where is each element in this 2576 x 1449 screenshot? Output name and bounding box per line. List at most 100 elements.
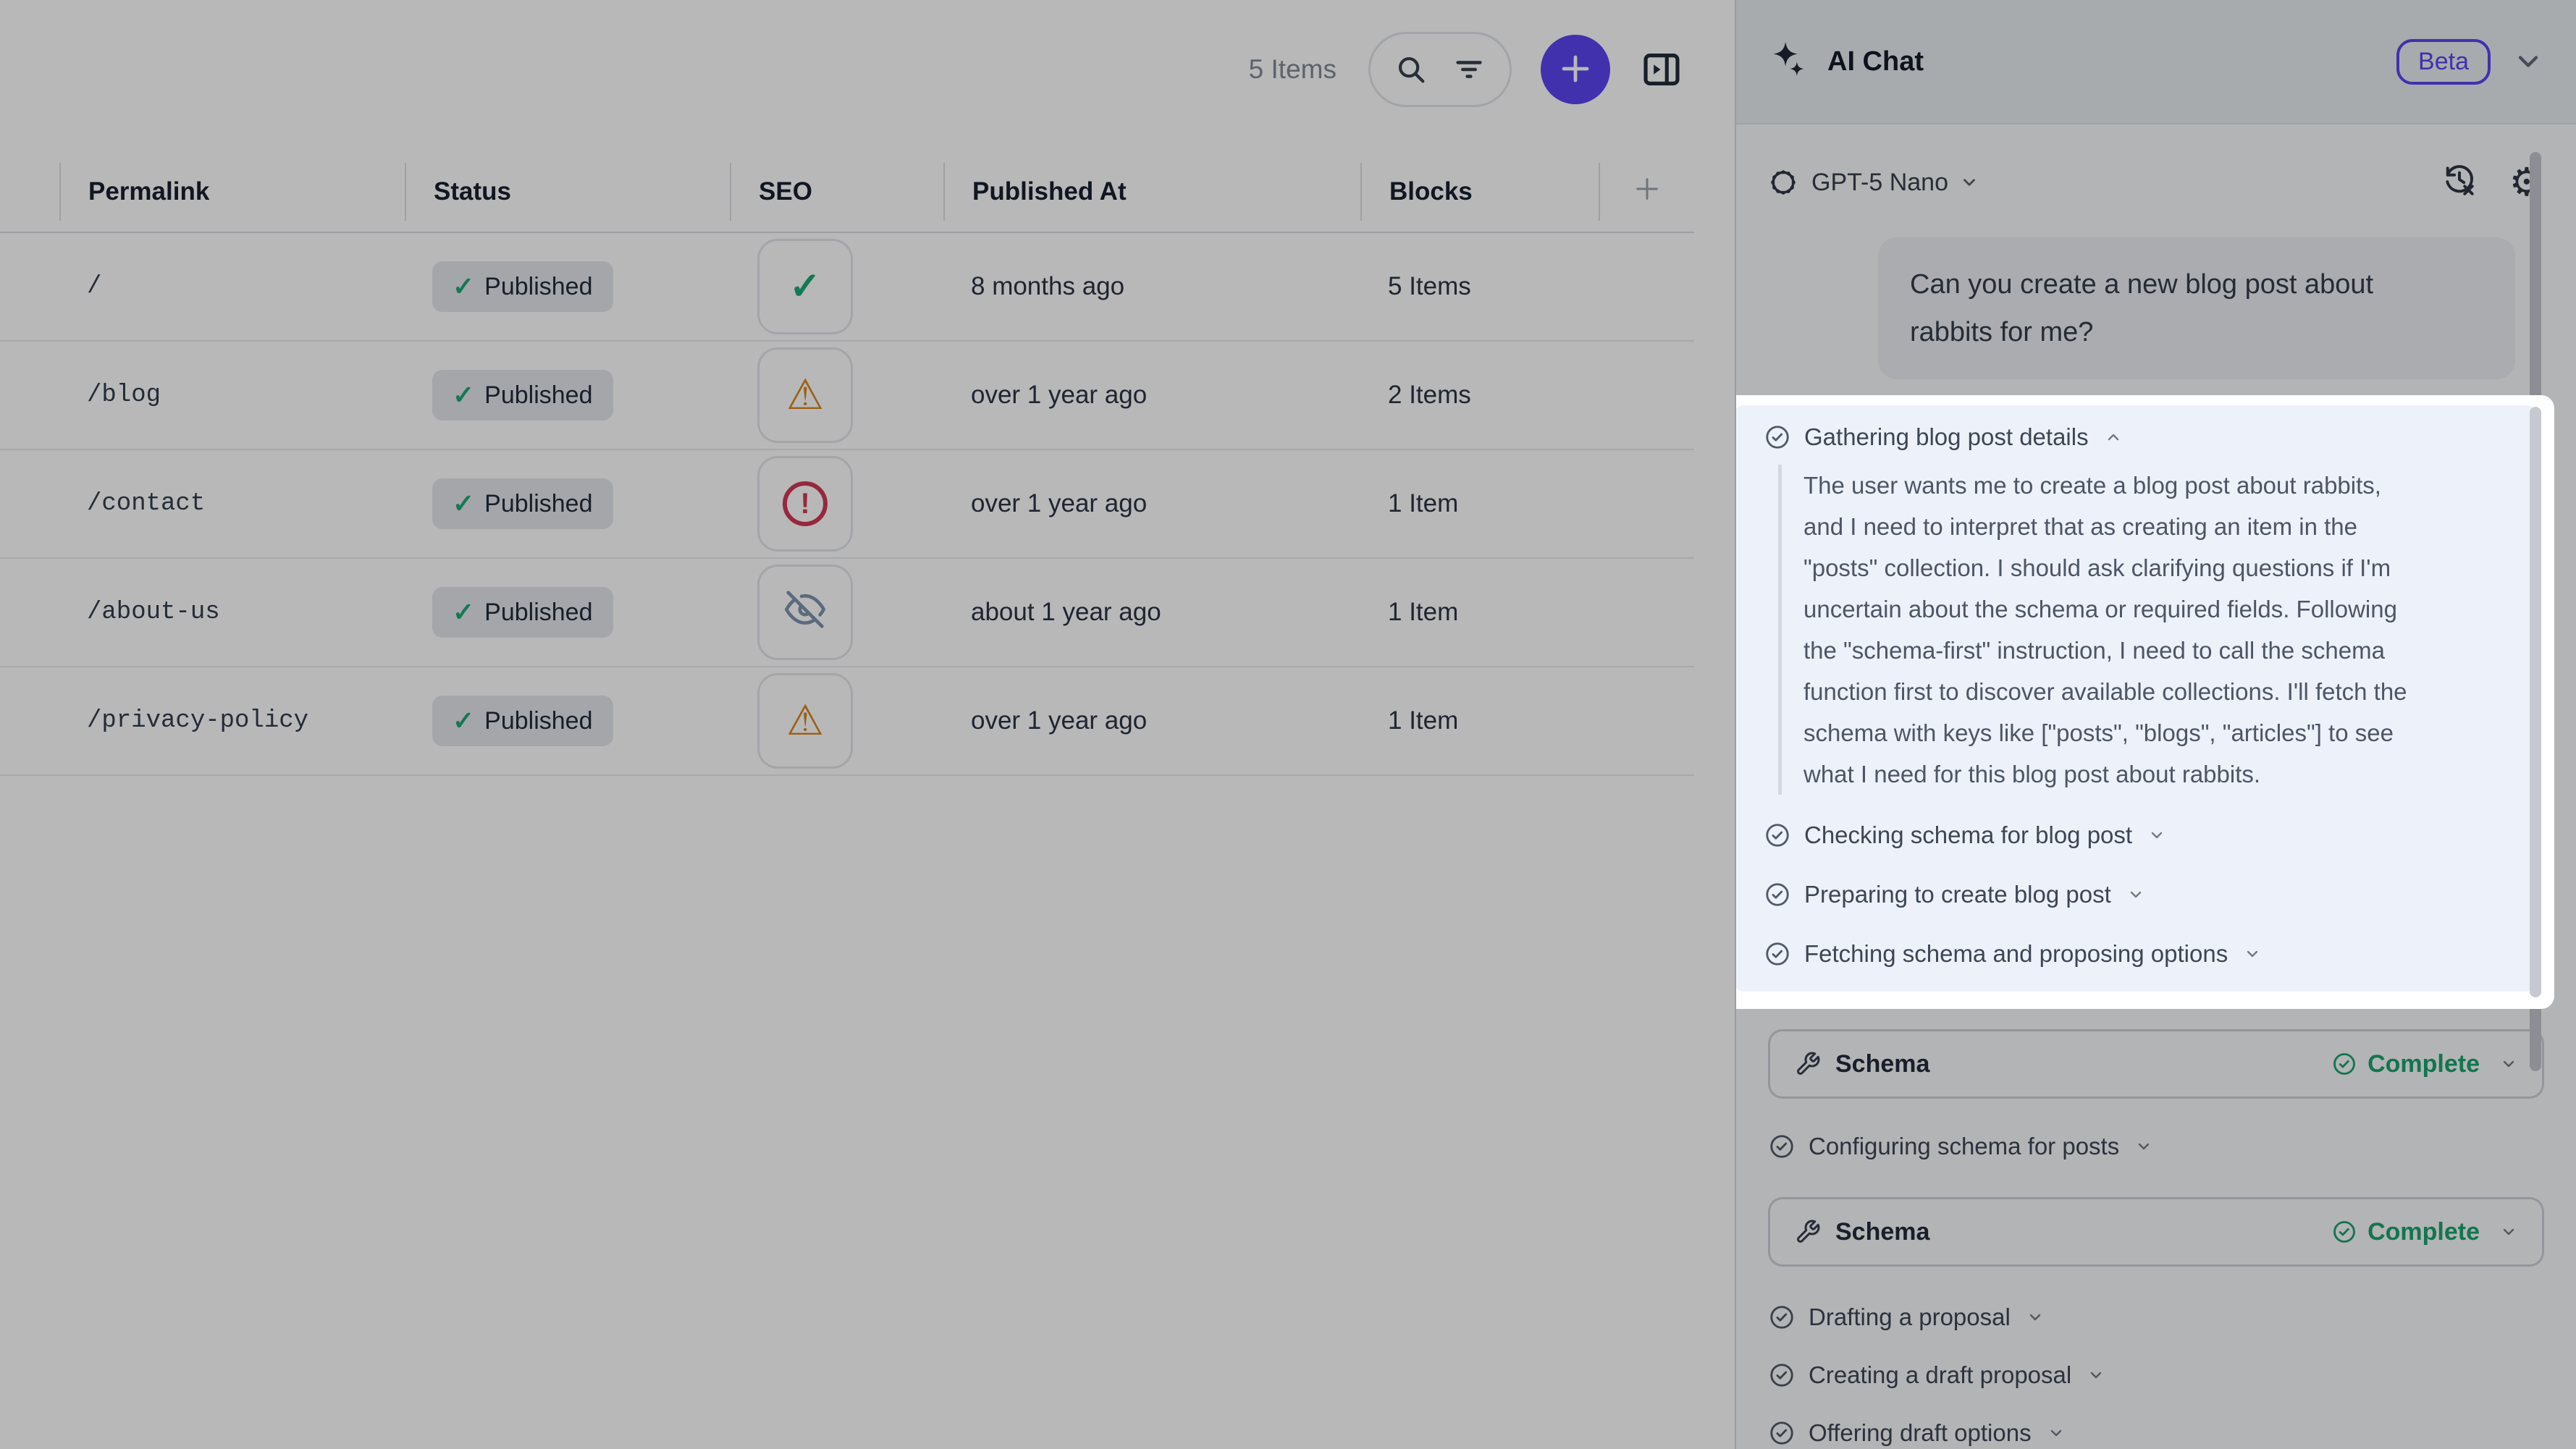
seo-status-button[interactable] — [757, 565, 853, 660]
table-row[interactable]: /about-us ✓Published about 1 year ago 1 … — [0, 559, 1694, 667]
collapse-panel-chevron-down-icon[interactable] — [2512, 46, 2544, 77]
step-label: Checking schema for blog post — [1804, 821, 2132, 849]
reasoning-step-collapsed[interactable]: Fetching schema and proposing options — [1764, 938, 2506, 970]
chevron-down-icon[interactable] — [2127, 886, 2144, 903]
check-icon: ✓ — [453, 489, 474, 519]
tool-status-complete: Complete — [2331, 1050, 2517, 1078]
add-column-button[interactable] — [1599, 163, 1694, 221]
check-icon: ✓ — [453, 271, 474, 302]
search-filter-group — [1368, 32, 1512, 107]
seo-error-icon: ! — [783, 481, 828, 526]
check-icon: ✓ — [453, 597, 474, 628]
reasoning-step-expanded[interactable]: Gathering blog post details — [1764, 421, 2506, 453]
check-circle-icon — [1764, 940, 1791, 968]
seo-status-button[interactable]: ! — [757, 456, 853, 552]
panel-toggle-icon[interactable] — [1639, 47, 1684, 92]
reasoning-step-collapsed[interactable]: Configuring schema for posts — [1768, 1131, 2544, 1162]
status-badge: ✓Published — [432, 587, 613, 638]
column-header-published-at[interactable]: Published At — [943, 163, 1360, 221]
status-badge: ✓Published — [432, 478, 613, 529]
status-badge: ✓Published — [432, 696, 613, 746]
seo-ok-icon: ✓ — [789, 265, 821, 308]
check-circle-icon — [1764, 821, 1791, 849]
published-at-cell: over 1 year ago — [943, 489, 1360, 518]
sparkles-icon — [1768, 39, 1810, 85]
column-header-status[interactable]: Status — [405, 163, 730, 221]
step-label: Creating a draft proposal — [1809, 1361, 2071, 1389]
chevron-down-icon[interactable] — [2026, 1309, 2044, 1326]
seo-status-button[interactable]: ⚠ — [757, 347, 853, 443]
blocks-cell: 5 Items — [1360, 272, 1599, 301]
chevron-down-icon[interactable] — [2500, 1055, 2517, 1073]
seo-status-button[interactable]: ✓ — [757, 239, 853, 334]
check-circle-icon — [1768, 1361, 1796, 1389]
model-name[interactable]: GPT-5 Nano — [1811, 169, 1948, 197]
chevron-down-icon[interactable] — [2244, 945, 2261, 963]
check-icon: ✓ — [453, 380, 474, 410]
chevron-down-icon[interactable] — [2148, 827, 2165, 844]
scrollbar-thumb-highlight[interactable] — [2530, 407, 2541, 997]
table-body: / ✓Published ✓ 8 months ago 5 Items /blo… — [0, 233, 1694, 776]
app-root: 5 Items — [0, 0, 2576, 1449]
user-message-bubble: Can you create a new blog post about rab… — [1878, 237, 2515, 379]
column-header-seo[interactable]: SEO — [730, 163, 943, 221]
table-row[interactable]: /privacy-policy ✓Published ⚠ over 1 year… — [0, 667, 1694, 776]
step-label: Preparing to create blog post — [1804, 881, 2111, 908]
check-circle-icon — [1764, 423, 1791, 451]
clear-history-icon[interactable] — [2441, 161, 2478, 204]
add-page-button[interactable] — [1541, 35, 1610, 104]
openai-logo-icon — [1768, 167, 1798, 198]
chevron-down-icon[interactable] — [2087, 1366, 2105, 1384]
published-at-cell: 8 months ago — [943, 272, 1360, 301]
ai-chat-panel: AI Chat Beta GPT-5 Nano — [1735, 0, 2576, 1449]
chevron-down-icon[interactable] — [2135, 1138, 2152, 1155]
reasoning-step-collapsed[interactable]: Checking schema for blog post — [1764, 819, 2506, 851]
model-chevron-down-icon[interactable] — [1960, 173, 1979, 192]
status-badge: ✓Published — [432, 370, 613, 421]
published-at-cell: over 1 year ago — [943, 381, 1360, 410]
reasoning-step-collapsed[interactable]: Drafting a proposal — [1768, 1301, 2544, 1333]
permalink-cell: / — [59, 273, 405, 300]
check-circle-icon — [1768, 1419, 1796, 1447]
plus-icon — [1633, 174, 1662, 210]
tool-name: Schema — [1835, 1218, 1929, 1246]
reasoning-spotlight-card: Gathering blog post details The user wan… — [1735, 395, 2554, 1009]
chevron-up-icon[interactable] — [2105, 428, 2122, 446]
table-row[interactable]: /contact ✓Published ! over 1 year ago 1 … — [0, 450, 1694, 559]
table-row[interactable]: / ✓Published ✓ 8 months ago 5 Items — [0, 233, 1694, 342]
step-label: Offering draft options — [1809, 1419, 2032, 1447]
reasoning-step-collapsed[interactable]: Offering draft options — [1768, 1417, 2544, 1449]
column-header-permalink[interactable]: Permalink — [59, 163, 405, 221]
seo-status-button[interactable]: ⚠ — [757, 673, 853, 769]
permalink-cell: /blog — [59, 381, 405, 409]
reasoning-step-collapsed[interactable]: Preparing to create blog post — [1764, 879, 2506, 911]
tool-name: Schema — [1835, 1050, 1929, 1078]
pages-main-area: 5 Items — [0, 0, 1735, 1449]
model-selector-row: GPT-5 Nano ⚙ — [1736, 165, 2576, 200]
blocks-cell: 1 Item — [1360, 489, 1599, 518]
column-header-blocks[interactable]: Blocks — [1360, 163, 1599, 221]
table-header-row: Permalink Status SEO Published At Blocks — [0, 152, 1694, 233]
chevron-down-icon[interactable] — [2500, 1223, 2517, 1241]
step-label: Configuring schema for posts — [1809, 1133, 2119, 1160]
check-circle-icon — [1768, 1304, 1796, 1331]
step-label: Fetching schema and proposing options — [1804, 940, 2228, 968]
published-at-cell: over 1 year ago — [943, 706, 1360, 735]
pages-toolbar: 5 Items — [0, 32, 1735, 107]
search-icon[interactable] — [1394, 53, 1428, 86]
filter-icon[interactable] — [1452, 53, 1486, 86]
check-icon: ✓ — [453, 706, 474, 736]
tool-call-card-schema[interactable]: Schema Complete — [1768, 1197, 2544, 1267]
reasoning-step-collapsed[interactable]: Creating a draft proposal — [1768, 1359, 2544, 1391]
blocks-cell: 1 Item — [1360, 598, 1599, 627]
permalink-cell: /about-us — [59, 599, 405, 626]
wrench-icon — [1795, 1219, 1821, 1245]
table-row[interactable]: /blog ✓Published ⚠ over 1 year ago 2 Ite… — [0, 342, 1694, 450]
permalink-cell: /contact — [59, 490, 405, 518]
ai-chat-header: AI Chat Beta — [1736, 0, 2576, 124]
reasoning-text: The user wants me to create a blog post … — [1778, 465, 2506, 795]
chevron-down-icon[interactable] — [2047, 1424, 2065, 1442]
user-message-line: Can you create a new blog post about — [1910, 261, 2483, 308]
tool-call-card-schema[interactable]: Schema Complete — [1768, 1029, 2544, 1099]
step-label: Gathering blog post details — [1804, 423, 2089, 451]
